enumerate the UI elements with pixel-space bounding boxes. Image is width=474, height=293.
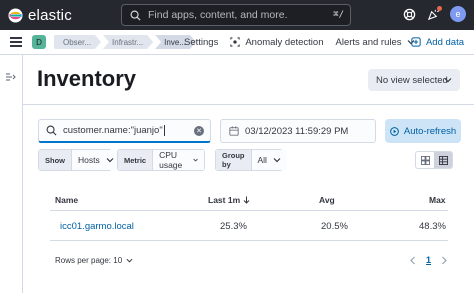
pagination: 1	[409, 255, 448, 265]
kql-search-input[interactable]: customer.name:"juanjo" ✕	[38, 119, 211, 143]
menu-toggle-icon[interactable]	[10, 37, 22, 47]
table-view-button[interactable]	[434, 152, 452, 168]
notification-dot	[437, 6, 442, 11]
page-title: Inventory	[37, 66, 137, 91]
show-filter-label: Show	[39, 150, 72, 170]
breadcrumb-observability[interactable]: Obser...	[54, 35, 101, 49]
saved-view-select[interactable]: No view selected	[368, 69, 460, 91]
groupby-filter-label: Group by	[216, 150, 252, 170]
anomaly-detection-link[interactable]: Anomaly detection	[230, 36, 324, 48]
help-button[interactable]	[402, 7, 416, 21]
grid-icon	[420, 155, 430, 165]
sort-arrow-down-icon	[243, 196, 250, 204]
alerts-rules-menu[interactable]: Alerts and rules	[336, 37, 415, 48]
page-button-current[interactable]: 1	[426, 255, 431, 265]
map-view-button[interactable]	[416, 152, 434, 168]
expand-sidebar-icon[interactable]	[6, 73, 16, 81]
cell-last-1m: 25.3%	[220, 221, 247, 232]
groupby-filter[interactable]: Group by All	[215, 149, 287, 171]
chevron-down-icon	[106, 158, 114, 163]
settings-link[interactable]: Settings	[184, 37, 218, 48]
auto-refresh-label: Auto-refresh	[403, 125, 457, 137]
date-picker[interactable]: 03/12/2023 11:59:29 PM	[220, 119, 376, 143]
column-header-max[interactable]: Max	[429, 195, 446, 205]
calendar-icon	[229, 126, 239, 136]
date-value: 03/12/2023 11:59:29 PM	[245, 125, 349, 137]
collapsed-side-nav	[0, 55, 23, 293]
help-lifebuoy-icon	[403, 8, 415, 20]
search-icon	[46, 125, 57, 136]
kql-query-value: customer.name:"juanjo"	[63, 124, 165, 136]
chevron-down-icon	[126, 258, 133, 263]
user-avatar[interactable]: e	[450, 6, 466, 22]
text-cursor	[163, 124, 165, 136]
host-name-link[interactable]: icc01.garmo.local	[60, 221, 134, 232]
clear-query-icon[interactable]: ✕	[194, 126, 204, 136]
saved-view-label: No view selected	[376, 74, 448, 86]
show-filter[interactable]: Show Hosts	[38, 149, 120, 171]
anomaly-detection-icon	[230, 37, 240, 47]
table-row-divider	[50, 240, 448, 241]
table-header-divider	[50, 210, 448, 211]
global-search-input[interactable]: Find apps, content, and more. ⌘/	[121, 4, 351, 26]
breadcrumb-infrastructure[interactable]: Infrastr...	[103, 35, 153, 49]
breadcrumb: Obser... Infrastr... Inve...	[54, 35, 198, 49]
anomaly-detection-label: Anomaly detection	[245, 36, 324, 48]
rows-per-page-label: Rows per page: 10	[55, 256, 123, 265]
add-data-button[interactable]: Add data	[411, 37, 464, 48]
app-menu: Settings Anomaly detection Alerts and ru…	[184, 37, 427, 48]
space-avatar[interactable]: D	[32, 35, 46, 49]
metric-filter-label: Metric	[118, 150, 154, 170]
settings-label: Settings	[184, 36, 219, 48]
add-data-label: Add data	[425, 36, 464, 48]
header-actions: e	[402, 6, 466, 22]
groupby-filter-select[interactable]: All	[251, 150, 287, 170]
cell-max: 48.3%	[419, 221, 446, 232]
cell-avg: 20.5%	[321, 221, 348, 232]
next-page-icon[interactable]	[441, 256, 448, 265]
chevron-down-icon	[273, 158, 281, 163]
search-placeholder: Find apps, content, and more.	[148, 9, 288, 21]
show-filter-select[interactable]: Hosts	[72, 150, 120, 170]
metric-filter[interactable]: Metric CPU usage	[117, 149, 205, 171]
elastic-logo[interactable]: elastic	[8, 7, 108, 24]
search-shortcut: ⌘/	[333, 10, 344, 20]
previous-page-icon[interactable]	[409, 256, 416, 265]
view-mode-toggle	[415, 151, 453, 169]
chevron-down-icon	[444, 78, 452, 83]
column-header-avg[interactable]: Avg	[319, 195, 335, 205]
news-feed-button[interactable]	[426, 6, 442, 21]
elastic-logo-icon	[8, 7, 23, 23]
global-header: elastic Find apps, content, and more. ⌘/…	[0, 0, 474, 30]
column-header-last-1m[interactable]: Last 1m	[208, 195, 250, 205]
plus-in-circle-icon	[411, 37, 421, 47]
auto-refresh-button[interactable]: Auto-refresh	[385, 119, 461, 143]
metric-filter-select[interactable]: CPU usage	[153, 150, 204, 170]
rows-per-page-select[interactable]: Rows per page: 10	[55, 256, 133, 265]
alerts-rules-label: Alerts and rules	[335, 36, 402, 48]
table-icon	[438, 155, 448, 165]
search-icon	[130, 10, 141, 21]
header-divider	[23, 104, 474, 105]
app-navbar: D Obser... Infrastr... Inve... Settings …	[0, 30, 474, 55]
play-icon	[389, 126, 399, 136]
chevron-down-icon	[193, 158, 198, 162]
column-header-name[interactable]: Name	[55, 195, 78, 205]
brand-name: elastic	[28, 6, 72, 24]
